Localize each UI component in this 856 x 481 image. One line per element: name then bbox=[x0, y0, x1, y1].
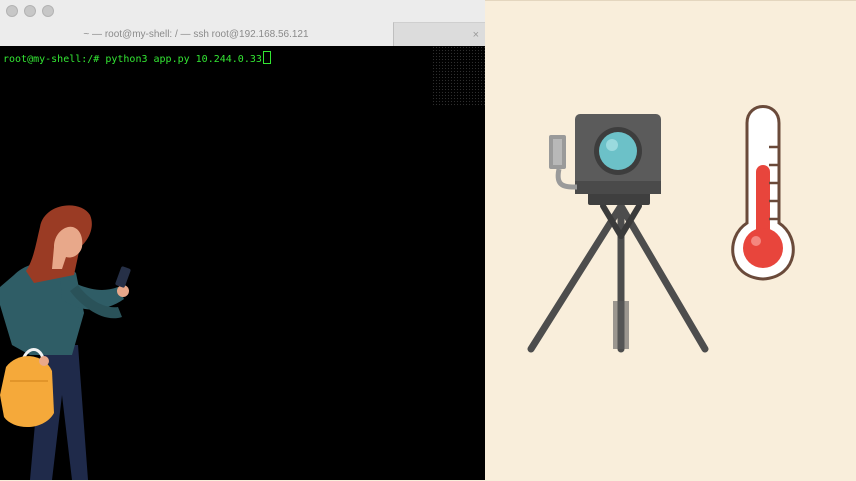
tab-close-icon[interactable]: × bbox=[473, 29, 479, 41]
text-cursor bbox=[262, 51, 271, 64]
sensor-illustration bbox=[527, 105, 795, 353]
terminal-window: × ~ — root@my-shell: / — ssh root@192.16… bbox=[0, 0, 485, 480]
person-phone-illustration bbox=[0, 205, 131, 480]
tab-second[interactable]: × bbox=[393, 22, 485, 46]
close-icon[interactable] bbox=[6, 5, 18, 17]
zoom-icon[interactable] bbox=[42, 5, 54, 17]
typed-command: python3 app.py 10.244.0.33 bbox=[99, 54, 262, 65]
camera-on-tripod-icon bbox=[527, 114, 709, 353]
minimize-icon[interactable] bbox=[24, 5, 36, 17]
window-title: ~ — root@my-shell: / — ssh root@192.168.… bbox=[83, 29, 309, 40]
thermometer-icon bbox=[731, 105, 795, 281]
terminal-titlebar[interactable]: × ~ — root@my-shell: / — ssh root@192.16… bbox=[0, 0, 485, 46]
prompt-line: root@my-shell:/# python3 app.py 10.244.0… bbox=[3, 51, 271, 66]
illustration-panel bbox=[485, 0, 856, 480]
dither-artifact bbox=[432, 46, 485, 106]
shell-prompt: root@my-shell:/# bbox=[3, 54, 100, 65]
